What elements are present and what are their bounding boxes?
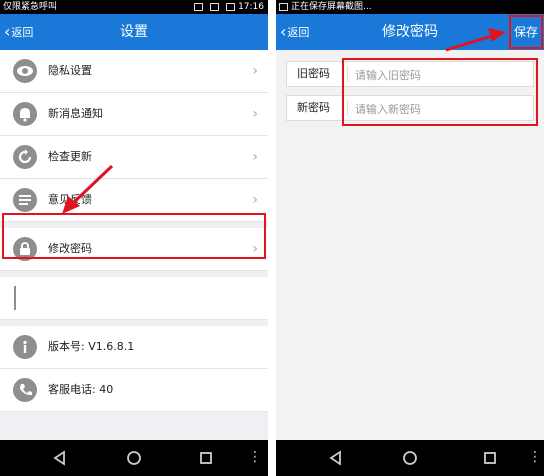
divider <box>268 0 276 476</box>
change-password-screen: 正在保存屏幕截图... ‹返回 修改密码 保存 旧密码 新密码 ⋮ <box>276 0 544 476</box>
status-text: 正在保存屏幕截图... <box>279 0 372 14</box>
refresh-icon <box>13 145 37 169</box>
recents-nav-icon[interactable] <box>198 450 214 466</box>
blank-icon <box>14 286 20 310</box>
settings-item-label: 新消息通知 <box>48 107 103 120</box>
chevron-right-icon: › <box>252 106 258 122</box>
chevron-right-icon: › <box>252 149 258 165</box>
highlight-box <box>342 58 538 126</box>
page-title: 修改密码 <box>382 24 438 40</box>
page-title: 设置 <box>120 24 148 40</box>
wifi-icon <box>210 2 220 11</box>
back-nav-icon[interactable] <box>52 450 68 466</box>
settings-item-label: 版本号: V1.6.8.1 <box>48 340 135 353</box>
settings-item-notifications[interactable]: 新消息通知 › <box>0 93 268 136</box>
status-time: 17:16 <box>238 2 264 12</box>
settings-item-label: 检查更新 <box>48 150 92 163</box>
settings-item-label: 隐私设置 <box>48 64 92 77</box>
app-bar: ‹返回 修改密码 保存 <box>276 14 544 50</box>
home-nav-icon[interactable] <box>402 450 418 466</box>
screenshot-icon <box>279 2 288 11</box>
more-nav-icon[interactable]: ⋮ <box>528 449 542 465</box>
settings-screen: 仅限紧急呼叫 17:16 ‹返回 设置 隐私设置 › 新消息通知 › 检查更新 … <box>0 0 268 476</box>
app-bar: ‹返回 设置 <box>0 14 268 50</box>
status-right: 17:16 <box>190 0 264 14</box>
status-message: 正在保存屏幕截图... <box>291 2 372 12</box>
more-nav-icon[interactable]: ⋮ <box>248 449 262 465</box>
status-bar: 仅限紧急呼叫 17:16 <box>0 0 268 14</box>
settings-item-support-phone[interactable]: 客服电话: 40 <box>0 369 268 412</box>
settings-item-version: 版本号: V1.6.8.1 <box>0 326 268 369</box>
settings-item-blank[interactable] <box>0 277 268 320</box>
old-password-label: 旧密码 <box>297 67 330 80</box>
chevron-right-icon: › <box>252 63 258 79</box>
settings-item-check-update[interactable]: 检查更新 › <box>0 136 268 179</box>
status-bar: 正在保存屏幕截图... <box>276 0 544 14</box>
status-text: 仅限紧急呼叫 <box>3 2 58 12</box>
chat-icon <box>13 188 37 212</box>
system-nav-bar: ⋮ <box>276 440 544 476</box>
home-nav-icon[interactable] <box>126 450 142 466</box>
alarm-icon <box>194 2 204 11</box>
highlight-box <box>509 15 543 49</box>
recents-nav-icon[interactable] <box>482 450 498 466</box>
highlight-box <box>2 213 266 259</box>
settings-item-privacy[interactable]: 隐私设置 › <box>0 50 268 93</box>
system-nav-bar: ⋮ <box>0 440 268 476</box>
eye-icon <box>13 59 37 83</box>
phone-icon <box>13 378 37 402</box>
back-nav-icon[interactable] <box>328 450 344 466</box>
info-icon <box>13 335 37 359</box>
settings-item-label: 客服电话: 40 <box>48 383 114 396</box>
bell-icon <box>13 102 37 126</box>
new-password-label: 新密码 <box>297 101 330 114</box>
battery-icon <box>226 2 236 11</box>
